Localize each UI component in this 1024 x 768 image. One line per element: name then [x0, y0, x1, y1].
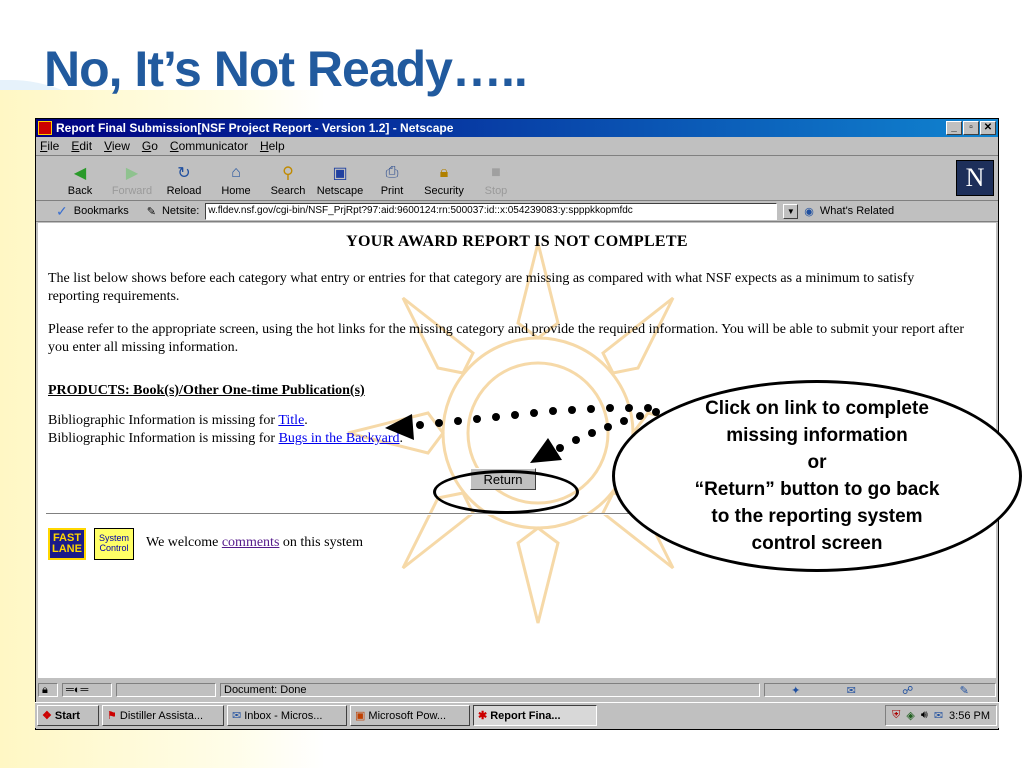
return-highlight-oval	[433, 470, 579, 514]
arrow-to-title-link	[385, 404, 652, 440]
instruction-callout: Click on link to complete missing inform…	[612, 380, 1022, 572]
